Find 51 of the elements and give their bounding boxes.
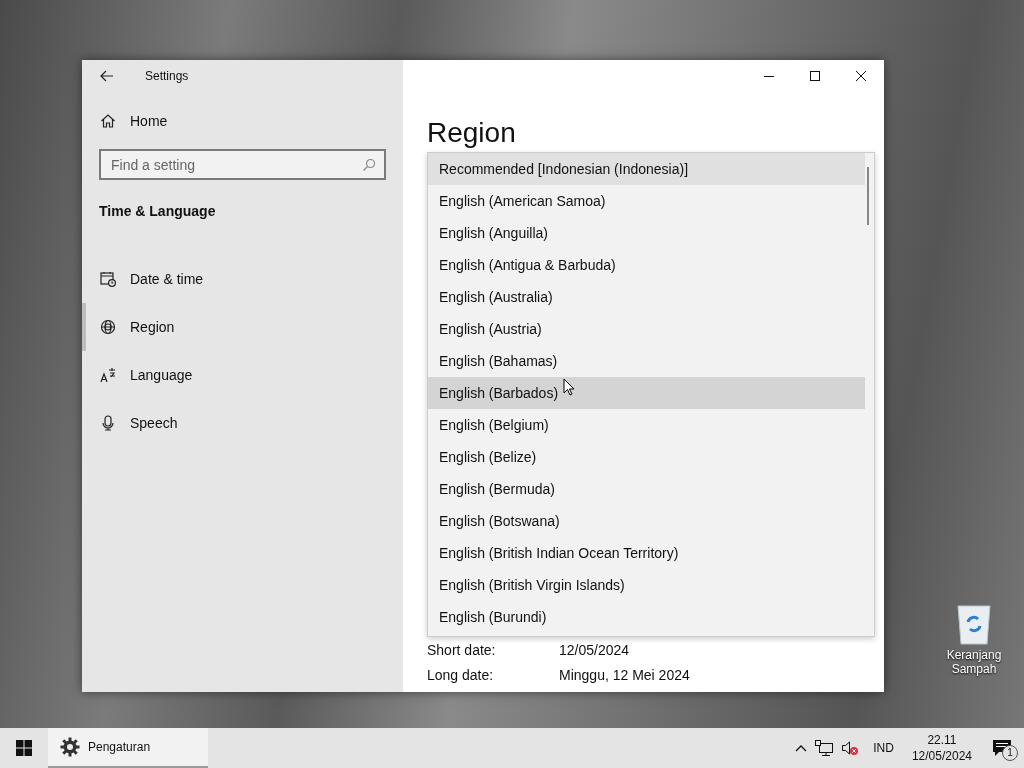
notification-count: 1 — [1002, 745, 1018, 761]
scrollbar-thumb[interactable] — [867, 167, 869, 225]
home-link[interactable]: Home — [82, 101, 403, 141]
monitor-icon — [815, 740, 834, 756]
section-heading: Time & Language — [98, 203, 217, 219]
recycle-bin-icon — [954, 602, 994, 646]
format-label: Long date: — [427, 666, 495, 683]
desktop-icon-label[interactable]: Keranjang Sampah — [938, 648, 1010, 676]
language-icon — [100, 367, 116, 383]
format-value: Minggu, 12 Mei 2024 — [559, 666, 690, 683]
microphone-icon — [100, 415, 116, 431]
dropdown-option[interactable]: English (Anguilla) — [428, 217, 865, 249]
nav-item[interactable]: Date & time — [82, 255, 403, 303]
nav-item[interactable]: Speech — [82, 399, 403, 447]
format-label: Short date: — [427, 641, 497, 658]
dropdown-option[interactable]: English (British Virgin Islands) — [428, 569, 865, 601]
globe-icon — [100, 319, 116, 335]
search-icon — [362, 158, 376, 172]
dropdown-option[interactable]: English (Belize) — [428, 441, 865, 473]
close-icon — [856, 71, 866, 81]
gear-icon — [60, 737, 80, 757]
home-label: Home — [130, 113, 168, 129]
notifications-button[interactable]: 1 — [980, 728, 1024, 768]
dropdown-option[interactable]: English (Belgium) — [428, 409, 865, 441]
taskbar-app[interactable]: Pengaturan — [48, 728, 208, 768]
dropdown-option[interactable]: English (Australia) — [428, 281, 865, 313]
search-field[interactable]: Find a setting — [99, 149, 386, 180]
dropdown-option[interactable]: English (Austria) — [428, 313, 865, 345]
windows-logo-icon — [16, 740, 32, 756]
dropdown-option[interactable]: Recommended [Indonesian (Indonesia)] — [428, 153, 865, 185]
mouse-pointer-icon — [563, 378, 575, 396]
window-title: Settings — [145, 69, 189, 83]
dropdown-option[interactable]: English (Antigua & Barbuda) — [428, 249, 865, 281]
dropdown-option[interactable]: English (American Samoa) — [428, 185, 865, 217]
format-value: 12/05/2024 — [559, 641, 630, 658]
dropdown-option[interactable]: English (Burundi) — [428, 601, 865, 633]
dropdown-option[interactable]: English (Bermuda) — [428, 473, 865, 505]
calendar-clock-icon — [100, 271, 116, 287]
chevron-up-icon — [795, 744, 808, 752]
back-arrow-icon — [100, 70, 114, 82]
dropdown-option[interactable]: English (Barbados) — [428, 377, 865, 409]
home-icon — [100, 113, 116, 129]
clock-button[interactable]: 22.11 12/05/2024 — [903, 728, 980, 768]
nav-item[interactable]: Language — [82, 351, 403, 399]
maximize-icon — [810, 71, 820, 81]
dropdown-option[interactable]: English (Bahamas) — [428, 345, 865, 377]
input-language-button[interactable]: IND — [863, 728, 904, 768]
page-title: Region — [427, 116, 517, 150]
dropdown-option[interactable]: English (Botswana) — [428, 505, 865, 537]
dropdown-option[interactable]: English (British Indian Ocean Territory) — [428, 537, 865, 569]
muted-speaker-icon — [841, 740, 860, 756]
